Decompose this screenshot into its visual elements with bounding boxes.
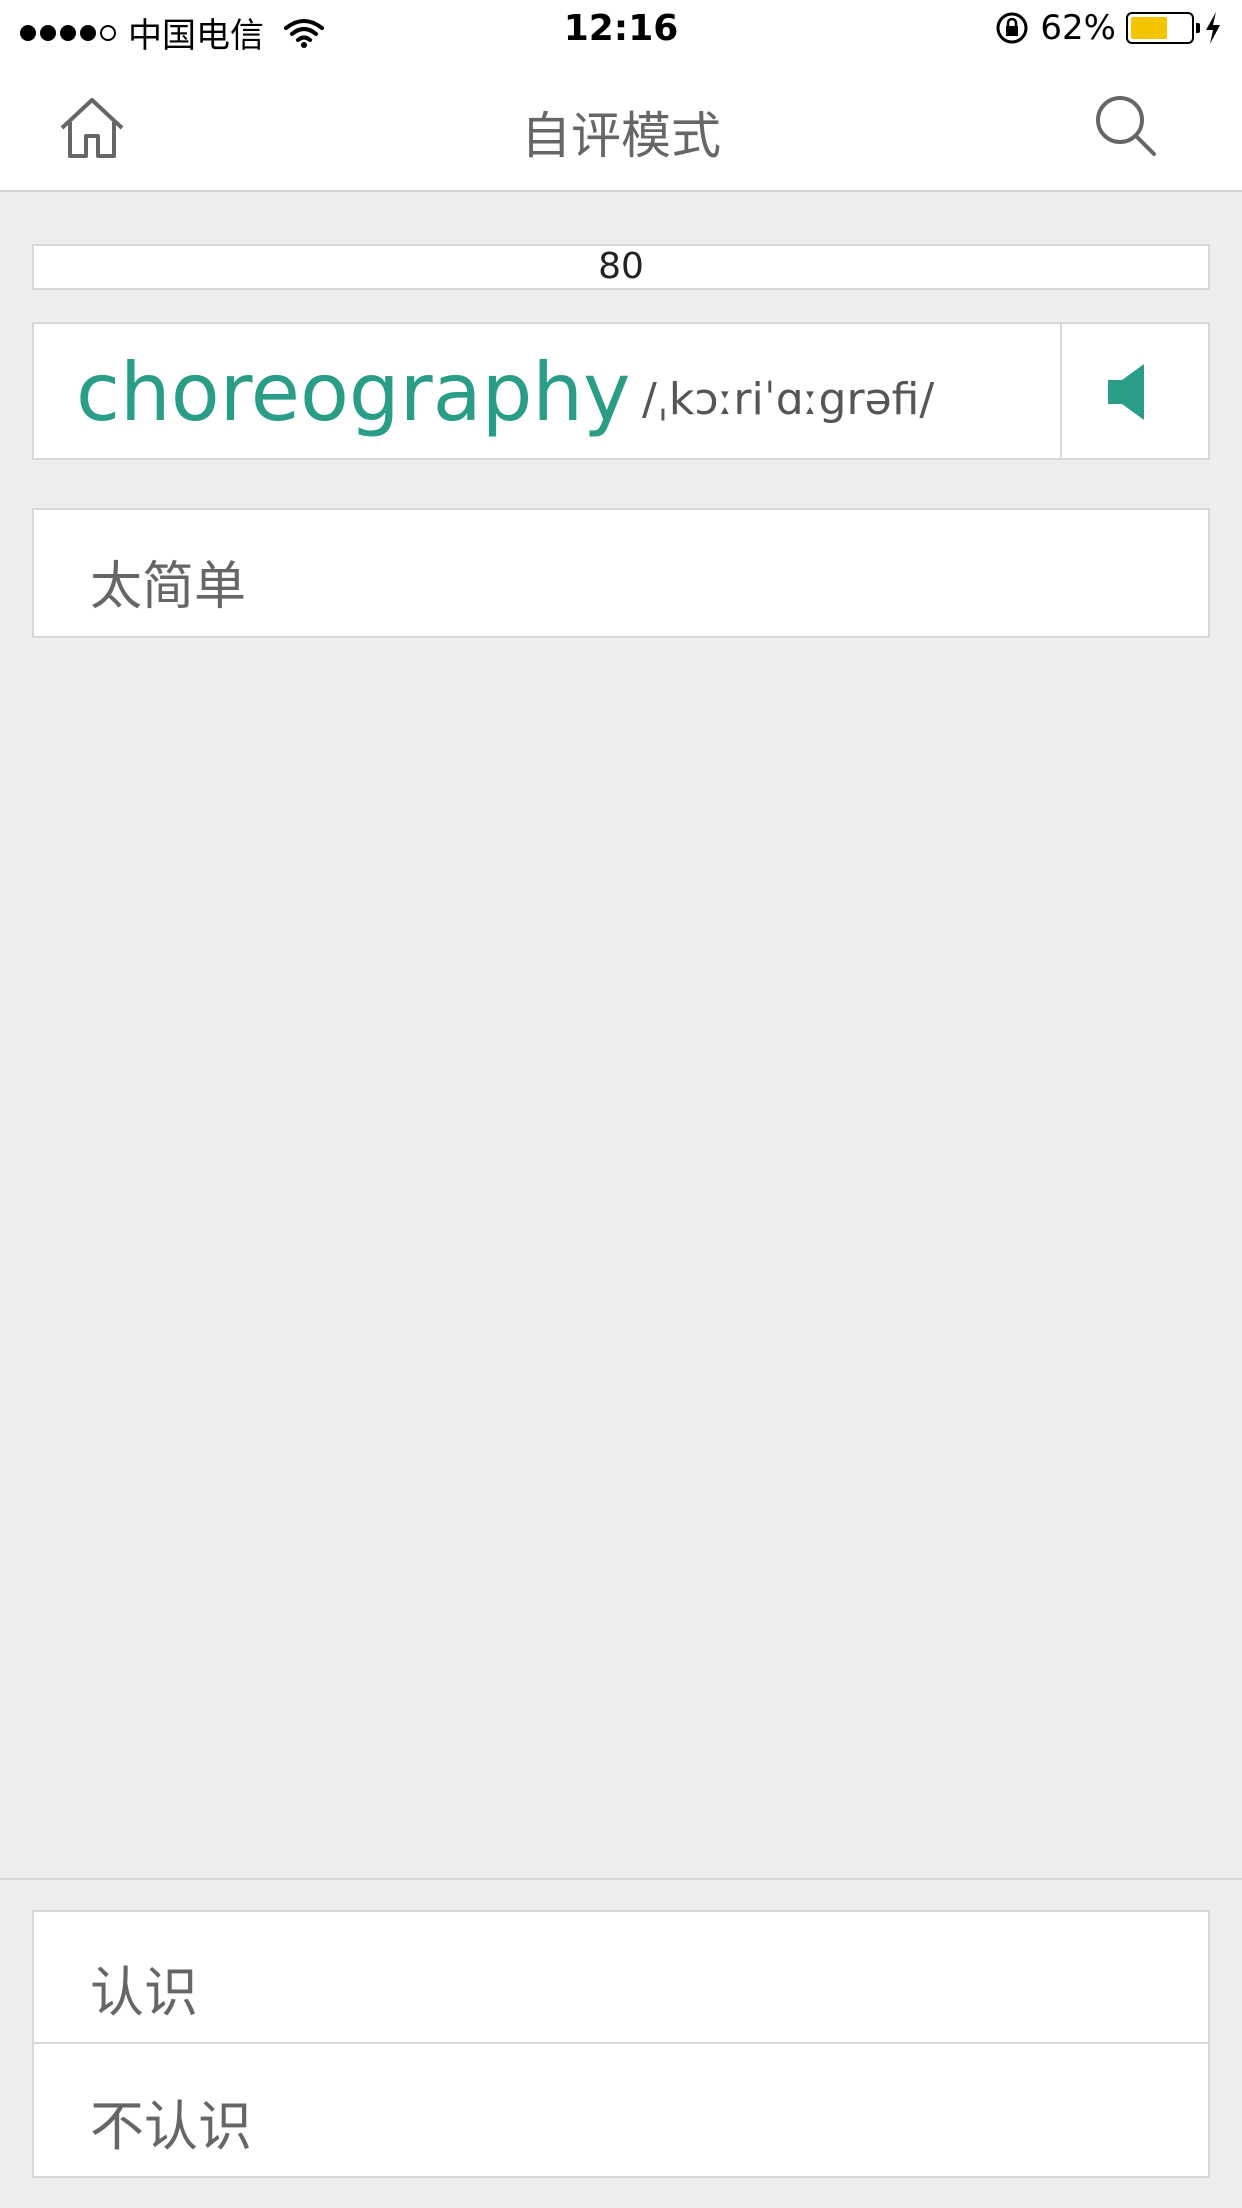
too-easy-label: 太简单 [90,557,247,617]
battery-level-fill [1131,17,1167,39]
phonetic-text: /ˌkɔːriˈɑːgrəfi/ [642,374,935,425]
search-icon[interactable] [1092,92,1158,158]
bottom-divider [0,1878,1242,1880]
word-counter: 80 [32,244,1210,290]
charging-bolt-icon [1206,12,1220,44]
status-bar: 中国电信 12:16 62% [0,0,1242,62]
dont-know-label: 不认识 [90,2095,252,2158]
battery-percent: 62% [1040,8,1116,48]
rotation-lock-icon [996,12,1028,44]
nav-bar: 自评模式 [0,62,1242,192]
dont-know-button[interactable]: 不认识 [34,2046,1208,2178]
speaker-icon[interactable] [1102,360,1166,424]
battery-icon [1126,12,1200,44]
too-easy-button[interactable]: 太简单 [32,508,1210,638]
answer-group: 认识 不认识 [32,1910,1210,2178]
word-text: choreography [76,346,631,439]
status-right: 62% [994,8,1222,48]
word-card: choreography /ˌkɔːriˈɑːgrəfi/ [32,322,1210,460]
know-label: 认识 [90,1961,198,2024]
know-button[interactable]: 认识 [34,1912,1208,2044]
audio-divider [1060,324,1062,458]
page-title: 自评模式 [521,107,721,165]
